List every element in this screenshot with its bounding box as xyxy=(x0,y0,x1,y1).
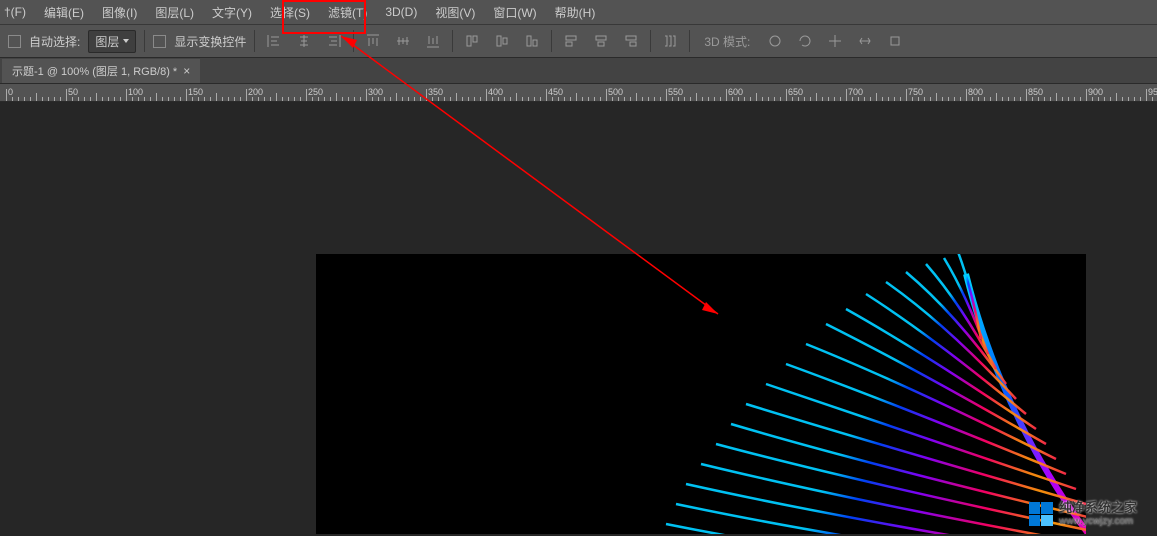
align-center-h-icon[interactable] xyxy=(293,30,315,52)
pan-icon[interactable] xyxy=(824,30,846,52)
document-image xyxy=(316,254,1086,534)
separator xyxy=(353,30,354,52)
orbit-icon[interactable] xyxy=(764,30,786,52)
auto-select-value: 图层 xyxy=(95,33,119,50)
separator xyxy=(650,30,651,52)
align-right-icon[interactable] xyxy=(323,30,345,52)
ruler-label: 450 xyxy=(548,87,563,97)
ruler-label: 650 xyxy=(788,87,803,97)
separator xyxy=(452,30,453,52)
ruler-label: 950 xyxy=(1148,87,1157,97)
distribute-left-icon[interactable] xyxy=(560,30,582,52)
menu-help[interactable]: 帮助(H) xyxy=(546,0,605,24)
distribute-center-v-icon[interactable] xyxy=(491,30,513,52)
menu-layer[interactable]: 图层(L) xyxy=(146,0,203,24)
ruler-label: 550 xyxy=(668,87,683,97)
horizontal-ruler: 0 50 100 150 200 250 300 350 400 450 500 550 600 650 7… xyxy=(0,84,1157,102)
document-tab-title: 示题-1 @ 100% (图层 1, RGB/8) * xyxy=(12,63,177,79)
ruler-label: 500 xyxy=(608,87,623,97)
menu-3d[interactable]: 3D(D) xyxy=(376,0,426,24)
ruler-label: 50 xyxy=(68,87,78,97)
ruler-label: 750 xyxy=(908,87,923,97)
ruler-label: 850 xyxy=(1028,87,1043,97)
menu-view[interactable]: 视图(V) xyxy=(426,0,484,24)
align-left-icon[interactable] xyxy=(263,30,285,52)
ruler-label: 400 xyxy=(488,87,503,97)
distribute-bottom-icon[interactable] xyxy=(521,30,543,52)
scale-icon[interactable] xyxy=(884,30,906,52)
align-top-icon[interactable] xyxy=(362,30,384,52)
show-transform-label: 显示变换控件 xyxy=(174,33,246,50)
document-tabstrip: 示题-1 @ 100% (图层 1, RGB/8) * × xyxy=(0,58,1157,84)
auto-select-label: 自动选择: xyxy=(29,33,80,50)
close-icon[interactable]: × xyxy=(183,65,190,77)
menu-edit[interactable]: 编辑(E) xyxy=(35,0,93,24)
menu-file[interactable]: †(F) xyxy=(4,0,35,24)
ruler-label: 900 xyxy=(1088,87,1103,97)
slide-icon[interactable] xyxy=(854,30,876,52)
distribute-right-icon[interactable] xyxy=(620,30,642,52)
ruler-label: 250 xyxy=(308,87,323,97)
ruler-label: 800 xyxy=(968,87,983,97)
menu-select[interactable]: 选择(S) xyxy=(261,0,319,24)
distribute-top-icon[interactable] xyxy=(461,30,483,52)
ruler-label: 350 xyxy=(428,87,443,97)
ruler-label: 150 xyxy=(188,87,203,97)
auto-select-checkbox[interactable] xyxy=(8,35,21,48)
chevron-down-icon xyxy=(123,39,129,43)
options-bar: 自动选择: 图层 显示变换控件 3D 模式: xyxy=(0,24,1157,58)
watermark-logo-icon xyxy=(1029,502,1053,526)
watermark-title: 纯净系统之家 xyxy=(1059,500,1137,516)
ruler-label: 100 xyxy=(128,87,143,97)
mode3d-label: 3D 模式: xyxy=(698,33,756,50)
separator xyxy=(551,30,552,52)
document-tab[interactable]: 示题-1 @ 100% (图层 1, RGB/8) * × xyxy=(2,59,200,83)
rotate-icon[interactable] xyxy=(794,30,816,52)
show-transform-checkbox[interactable] xyxy=(153,35,166,48)
ruler-label: 300 xyxy=(368,87,383,97)
menu-type[interactable]: 文字(Y) xyxy=(203,0,261,24)
align-center-v-icon[interactable] xyxy=(392,30,414,52)
ruler-label: 700 xyxy=(848,87,863,97)
align-bottom-icon[interactable] xyxy=(422,30,444,52)
separator xyxy=(254,30,255,52)
canvas-area[interactable] xyxy=(0,102,1157,536)
ruler-label: 600 xyxy=(728,87,743,97)
watermark-url: www.ycwjzy.com xyxy=(1059,516,1137,528)
separator xyxy=(689,30,690,52)
feather-artwork xyxy=(466,254,1086,534)
distribute-spacing-icon[interactable] xyxy=(659,30,681,52)
auto-select-dropdown[interactable]: 图层 xyxy=(88,30,136,53)
separator xyxy=(144,30,145,52)
menu-bar: †(F) 编辑(E) 图像(I) 图层(L) 文字(Y) 选择(S) 滤镜(T)… xyxy=(0,0,1157,24)
watermark: 纯净系统之家 www.ycwjzy.com xyxy=(1019,492,1147,536)
ruler-label: 0 xyxy=(8,87,13,97)
ruler-label: 200 xyxy=(248,87,263,97)
menu-image[interactable]: 图像(I) xyxy=(93,0,146,24)
menu-filter[interactable]: 滤镜(T) xyxy=(319,0,376,24)
menu-window[interactable]: 窗口(W) xyxy=(484,0,545,24)
distribute-center-h-icon[interactable] xyxy=(590,30,612,52)
